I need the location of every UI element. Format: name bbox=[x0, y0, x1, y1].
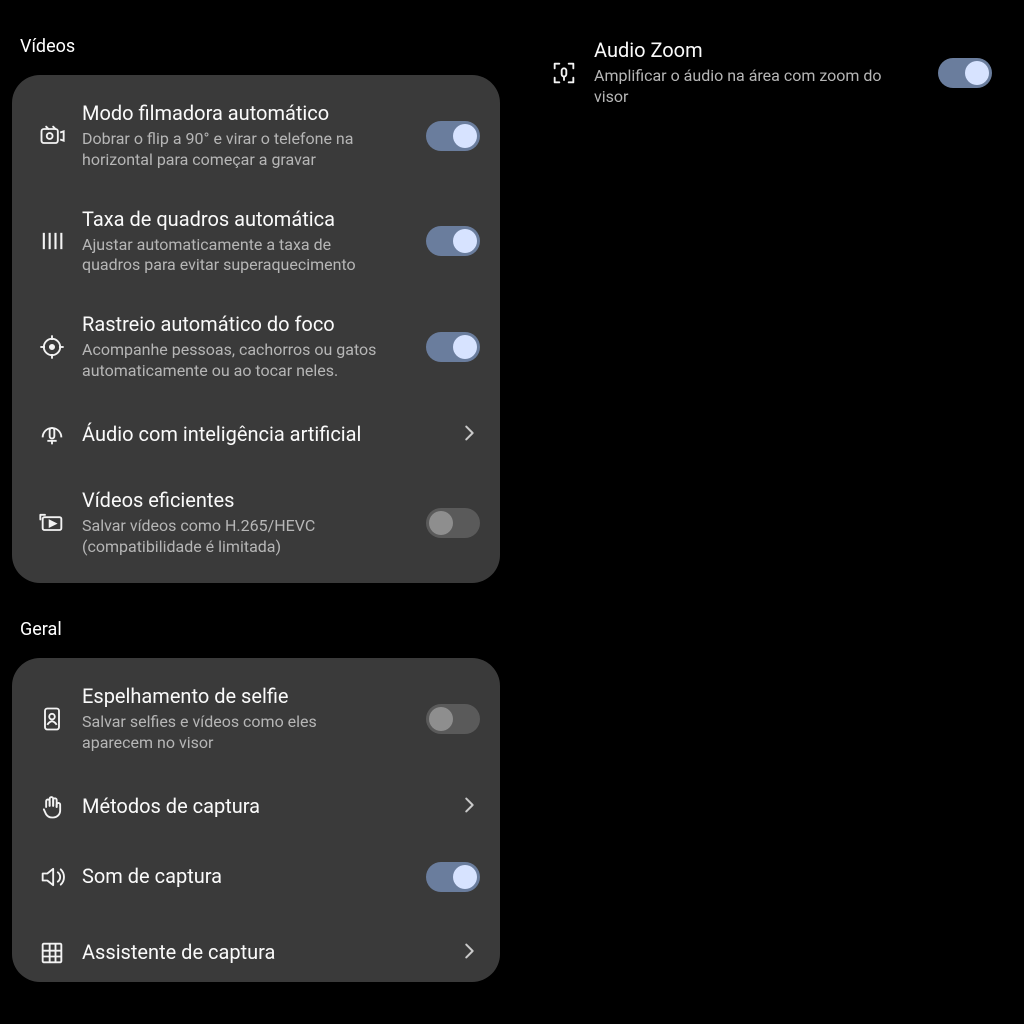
row-desc: Salvar vídeos como H.265/HEVC (compatibi… bbox=[82, 516, 382, 558]
row-title: Rastreio automático do foco bbox=[82, 312, 408, 337]
row-focus-tracking[interactable]: Rastreio automático do foco Acompanhe pe… bbox=[12, 294, 500, 400]
row-title: Taxa de quadros automática bbox=[82, 207, 408, 232]
section-header-videos: Vídeos bbox=[12, 0, 500, 75]
row-title: Modo filmadora automático bbox=[82, 101, 408, 126]
toggle-audio-zoom[interactable] bbox=[938, 58, 992, 88]
toggle-camcorder-mode[interactable] bbox=[426, 121, 480, 151]
chevron-right-icon bbox=[458, 422, 480, 448]
row-desc: Salvar selfies e vídeos como eles aparec… bbox=[82, 712, 382, 754]
row-capture-methods[interactable]: Métodos de captura bbox=[12, 772, 500, 842]
row-title: Métodos de captura bbox=[82, 794, 408, 819]
chevron-right-icon bbox=[458, 940, 480, 966]
row-auto-framerate[interactable]: Taxa de quadros automática Ajustar autom… bbox=[12, 189, 500, 295]
sound-icon bbox=[30, 863, 74, 891]
toggle-selfie-mirror[interactable] bbox=[426, 704, 480, 734]
row-camcorder-mode[interactable]: Modo filmadora automático Dobrar o flip … bbox=[12, 83, 500, 189]
row-title: Assistente de captura bbox=[82, 940, 408, 965]
row-title: Som de captura bbox=[82, 864, 408, 889]
row-efficient-videos[interactable]: Vídeos eficientes Salvar vídeos como H.2… bbox=[12, 470, 500, 576]
audio-zoom-icon bbox=[542, 59, 586, 87]
ai-audio-icon bbox=[30, 421, 74, 449]
focus-target-icon bbox=[30, 333, 74, 361]
row-desc: Acompanhe pessoas, cachorros ou gatos au… bbox=[82, 340, 382, 382]
toggle-efficient-videos[interactable] bbox=[426, 508, 480, 538]
row-title: Áudio com inteligência artificial bbox=[82, 422, 408, 447]
row-ai-audio[interactable]: Áudio com inteligência artificial bbox=[12, 400, 500, 470]
row-title: Espelhamento de selfie bbox=[82, 684, 408, 709]
videos-settings-card: Modo filmadora automático Dobrar o flip … bbox=[12, 75, 500, 583]
chevron-right-icon bbox=[458, 794, 480, 820]
toggle-auto-framerate[interactable] bbox=[426, 226, 480, 256]
row-title: Audio Zoom bbox=[594, 38, 920, 63]
framerate-icon bbox=[30, 227, 74, 255]
row-desc: Ajustar automaticamente a taxa de quadro… bbox=[82, 235, 382, 277]
row-desc: Amplificar o áudio na área com zoom do v… bbox=[594, 66, 894, 108]
row-audio-zoom[interactable]: Audio Zoom Amplificar o áudio na área co… bbox=[524, 20, 1012, 126]
efficient-video-icon bbox=[30, 509, 74, 537]
hand-icon bbox=[30, 793, 74, 821]
row-title: Vídeos eficientes bbox=[82, 488, 408, 513]
row-desc: Dobrar o flip a 90° e virar o telefone n… bbox=[82, 129, 382, 171]
grid-icon bbox=[30, 939, 74, 967]
general-settings-card: Espelhamento de selfie Salvar selfies e … bbox=[12, 658, 500, 982]
row-selfie-mirror[interactable]: Espelhamento de selfie Salvar selfies e … bbox=[12, 666, 500, 772]
selfie-mirror-icon bbox=[30, 705, 74, 733]
toggle-shutter-sound[interactable] bbox=[426, 862, 480, 892]
row-shutter-sound[interactable]: Som de captura bbox=[12, 842, 500, 912]
toggle-focus-tracking[interactable] bbox=[426, 332, 480, 362]
camcorder-icon bbox=[30, 122, 74, 150]
section-header-general: Geral bbox=[12, 583, 500, 658]
row-capture-assist[interactable]: Assistente de captura bbox=[12, 912, 500, 982]
